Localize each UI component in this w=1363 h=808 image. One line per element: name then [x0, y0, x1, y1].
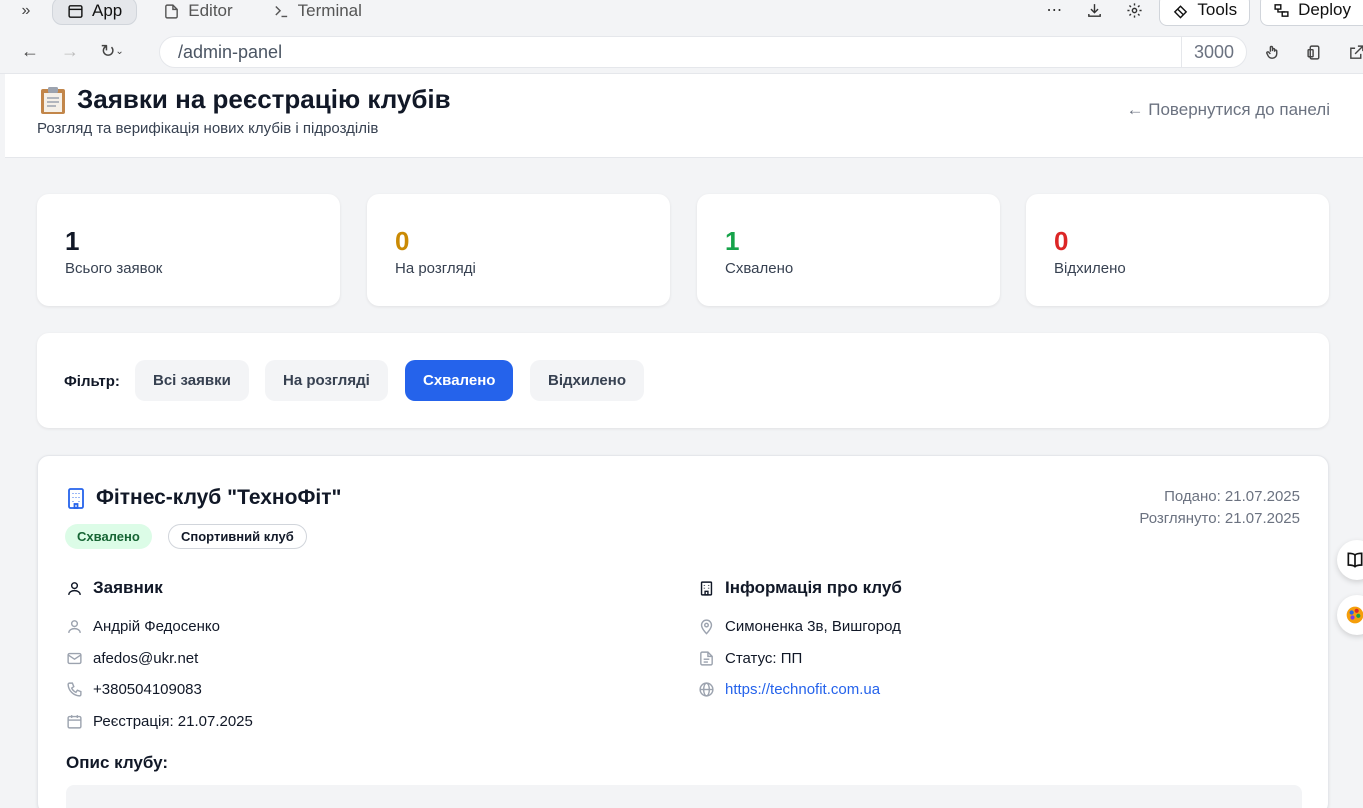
reviewed-date: Розглянуто: 21.07.2025: [1139, 510, 1300, 527]
stat-approved-value: 1: [725, 226, 740, 256]
calendar-icon: [67, 715, 82, 729]
filter-panel: Фільтр: Всі заявки На розгляді Схвалено …: [37, 333, 1329, 428]
club-status-row: Статус: ПП: [698, 650, 802, 667]
stat-card-total: 1 Всього заявок: [37, 194, 340, 306]
filter-all-button[interactable]: Всі заявки: [135, 360, 249, 401]
club-title: Фітнес-клуб "ТехноФіт": [66, 486, 341, 510]
stat-card-approved: 1 Схвалено: [697, 194, 1000, 306]
submitted-date: Подано: 21.07.2025: [1164, 488, 1300, 505]
filter-pending-button[interactable]: На розгляді: [265, 360, 388, 401]
user-icon: [68, 581, 81, 595]
club-address: Симоненка 3в, Вишгород: [725, 618, 901, 635]
window-icon: [68, 4, 83, 18]
download-icon[interactable]: [1079, 0, 1109, 25]
tab-terminal-label: Terminal: [297, 1, 362, 20]
applicant-email-row: afedos@ukr.net: [66, 650, 198, 667]
back-to-panel-link[interactable]: ← Повернутися до панелі: [1127, 100, 1330, 120]
applicant-email: afedos@ukr.net: [93, 650, 199, 667]
page-subtitle: Розгляд та верифікація нових клубів і пі…: [37, 120, 379, 137]
tab-terminal[interactable]: Terminal: [259, 0, 376, 25]
stat-total-value: 1: [65, 226, 80, 256]
club-name: Фітнес-клуб "ТехноФіт": [96, 486, 342, 509]
ide-top-bar: » App Editor Terminal ⋯ Tools Deploy: [0, 0, 1363, 30]
back-arrow-icon[interactable]: ←: [10, 32, 50, 72]
more-icon[interactable]: ⋯: [1039, 0, 1069, 25]
stat-pending-label: На розгляді: [395, 260, 476, 277]
deploy-button[interactable]: Deploy: [1260, 0, 1363, 26]
palette-icon[interactable]: [1337, 595, 1363, 635]
port-indicator[interactable]: 3000: [1180, 36, 1246, 68]
map-pin-icon: [700, 619, 713, 635]
url-bar-actions: [1256, 36, 1363, 68]
building-outline-icon: [700, 580, 713, 596]
filter-rejected-button[interactable]: Відхилено: [530, 360, 644, 401]
status-badge: Схвалено: [65, 524, 152, 549]
club-website-link[interactable]: https://technofit.com.ua: [725, 681, 880, 698]
book-icon[interactable]: [1337, 540, 1363, 580]
deploy-icon: [1274, 3, 1289, 17]
stat-card-rejected: 0 Відхилено: [1026, 194, 1329, 306]
club-address-row: Симоненка 3в, Вишгород: [698, 618, 901, 635]
tools-label: Tools: [1197, 0, 1238, 19]
tools-icon: [1174, 4, 1188, 19]
user-outline-icon: [68, 620, 81, 633]
url-text: /admin-panel: [178, 41, 283, 62]
applicant-name: Андрій Федосенко: [93, 618, 220, 635]
expand-chevrons-icon[interactable]: »: [0, 2, 52, 20]
tab-app[interactable]: App: [52, 0, 138, 25]
description-heading: Опис клубу:: [66, 753, 169, 772]
page-title: Заявки на реєстрацію клубів: [39, 84, 451, 115]
club-website-row: https://technofit.com.ua: [698, 681, 880, 698]
device-toggle-icon[interactable]: [1298, 36, 1330, 68]
reload-icon[interactable]: ↻ ⌄: [90, 32, 134, 72]
application-dates: Подано: 21.07.2025 Розглянуто: 21.07.202…: [1139, 486, 1300, 530]
applicant-heading: Заявник: [66, 578, 163, 598]
stat-card-pending: 0 На розгляді: [367, 194, 670, 306]
globe-icon: [699, 682, 714, 697]
terminal-icon: [275, 5, 287, 17]
stat-pending-value: 0: [395, 226, 410, 256]
tools-button[interactable]: Tools: [1159, 0, 1251, 26]
gear-icon[interactable]: [1119, 0, 1149, 25]
applicant-registration: Реєстрація: 21.07.2025: [93, 713, 253, 730]
club-info-heading: Інформація про клуб: [698, 578, 902, 598]
browser-url-bar: ← → ↻ ⌄ /admin-panel 3000: [0, 30, 1363, 74]
file-icon: [165, 3, 179, 19]
applicant-registration-row: Реєстрація: 21.07.2025: [66, 713, 253, 730]
phone-icon: [67, 682, 82, 697]
applicant-phone-row: +380504109083: [66, 681, 202, 698]
external-link-icon[interactable]: [1340, 36, 1363, 68]
filter-label: Фільтр:: [64, 373, 120, 390]
applicant-phone: +380504109083: [93, 681, 202, 698]
club-legal-status: Статус: ПП: [725, 650, 803, 667]
mail-icon: [67, 652, 82, 665]
applicant-name-row: Андрій Федосенко: [66, 618, 220, 635]
ide-actions: ⋯ Tools Deploy: [1039, 0, 1363, 26]
pointer-hand-icon[interactable]: [1256, 36, 1288, 68]
building-icon: [68, 488, 84, 509]
tab-app-label: App: [92, 1, 123, 20]
clipboard-icon: [41, 86, 65, 114]
deploy-label: Deploy: [1298, 0, 1351, 19]
tab-editor[interactable]: Editor: [149, 0, 246, 25]
stat-total-label: Всього заявок: [65, 260, 163, 277]
club-application-card: Фітнес-клуб "ТехноФіт" Схвалено Спортивн…: [37, 455, 1329, 808]
forward-arrow-icon[interactable]: →: [50, 32, 90, 72]
stat-rejected-label: Відхилено: [1054, 260, 1126, 277]
url-input[interactable]: /admin-panel 3000: [159, 36, 1247, 68]
club-type-badge: Спортивний клуб: [168, 524, 307, 549]
filter-approved-button[interactable]: Схвалено: [405, 360, 514, 401]
stat-approved-label: Схвалено: [725, 260, 794, 277]
description-box: [66, 785, 1302, 808]
tab-editor-label: Editor: [188, 1, 233, 20]
page-title-text: Заявки на реєстрацію клубів: [77, 84, 451, 114]
stat-rejected-value: 0: [1054, 226, 1069, 256]
app-header: Заявки на реєстрацію клубів Розгляд та в…: [5, 74, 1363, 158]
document-icon: [700, 651, 713, 666]
